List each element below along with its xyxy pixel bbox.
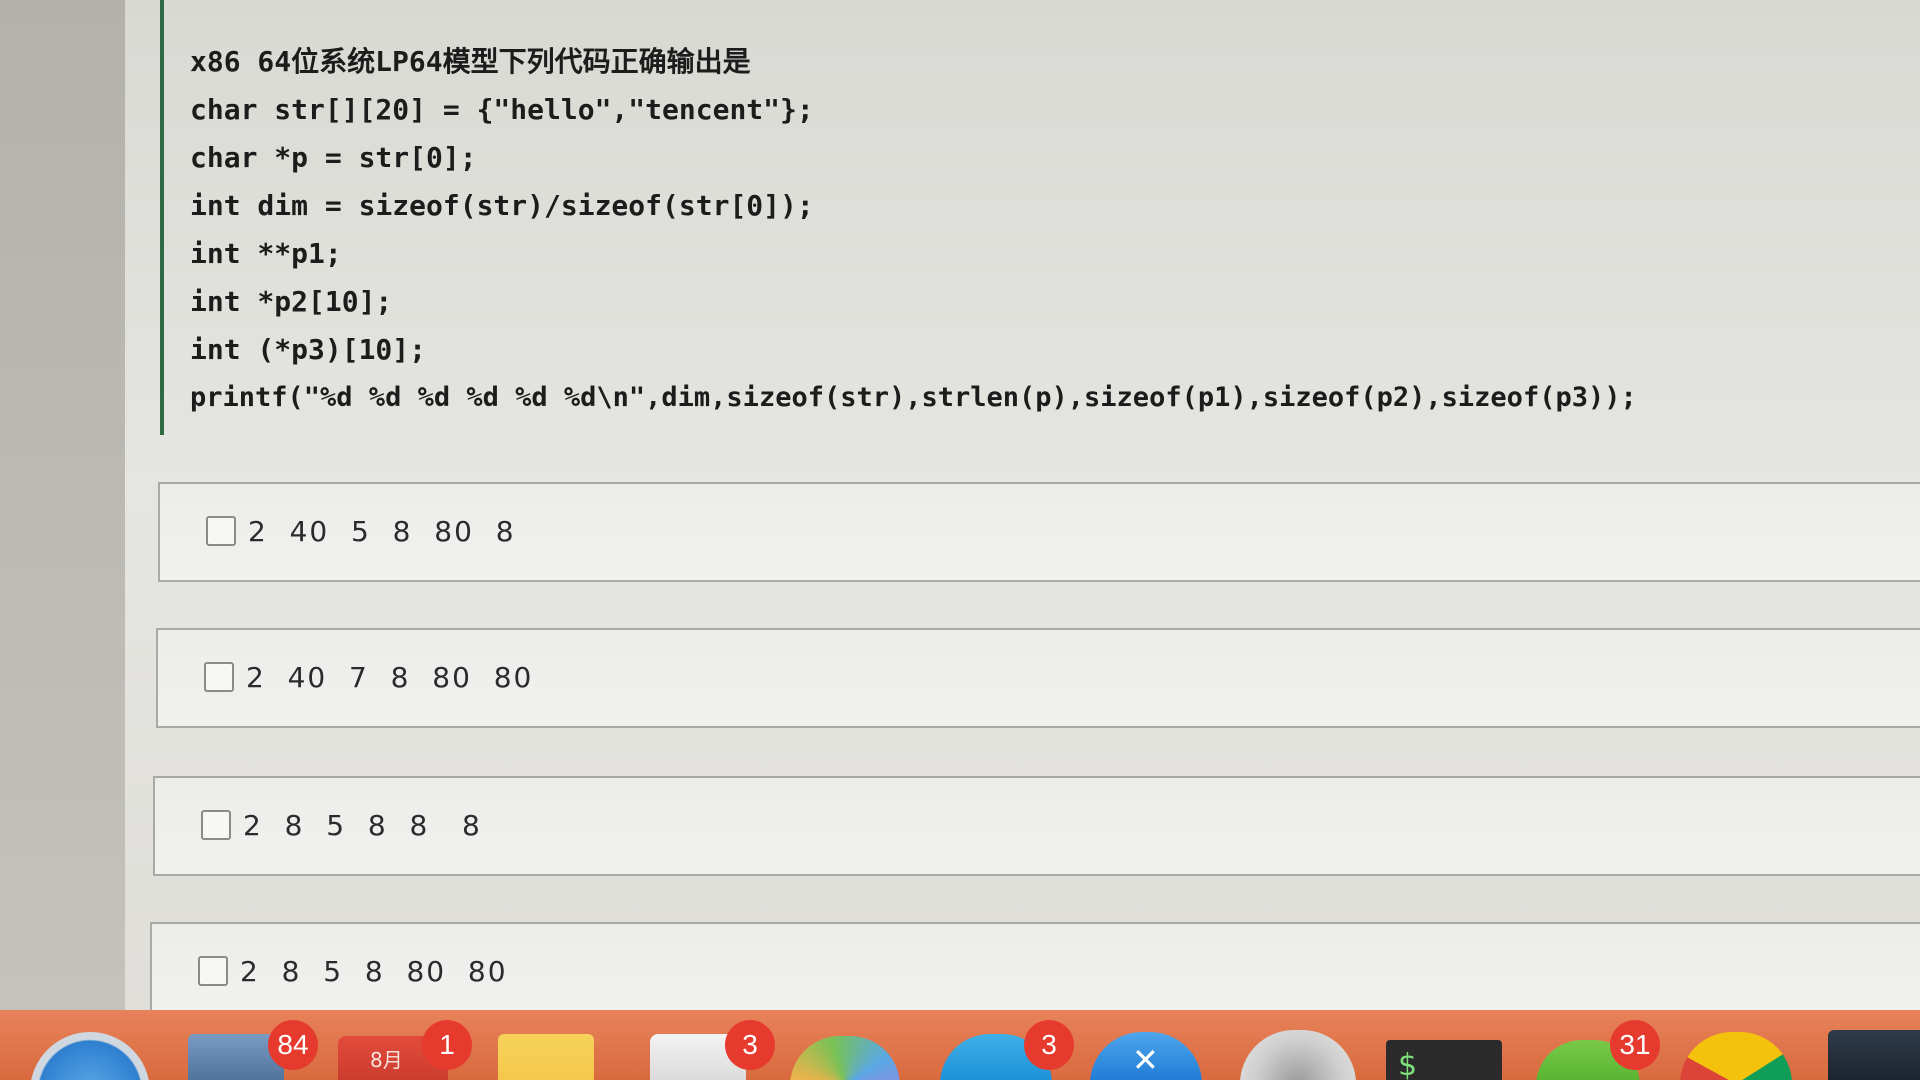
- page-left-margin: [0, 0, 125, 1010]
- code-line-7: printf("%d %d %d %d %d %d\n",dim,sizeof(…: [190, 382, 1637, 413]
- code-line-4: int **p1;: [190, 237, 342, 270]
- option-d[interactable]: 2 8 5 8 80 80: [150, 922, 1920, 1010]
- question-title: x86 64位系统LP64模型下列代码正确输出是: [190, 45, 751, 78]
- wechat-badge: 31: [1610, 1020, 1660, 1070]
- code-line-2: char *p = str[0];: [190, 141, 477, 174]
- option-d-checkbox[interactable]: [198, 956, 228, 986]
- option-c[interactable]: 2 8 5 8 8 8: [153, 776, 1920, 876]
- code-line-5: int *p2[10];: [190, 285, 393, 318]
- option-b-checkbox[interactable]: [204, 662, 234, 692]
- qq-badge: 3: [1024, 1020, 1074, 1070]
- option-c-checkbox[interactable]: [201, 810, 231, 840]
- option-d-label: 2 8 5 8 80 80: [240, 955, 508, 988]
- option-a[interactable]: 2 40 5 8 80 8: [158, 482, 1920, 582]
- code-line-1: char str[][20] = {"hello","tencent"};: [190, 93, 814, 126]
- code-line-6: int (*p3)[10];: [190, 333, 427, 366]
- option-a-label: 2 40 5 8 80 8: [248, 515, 516, 548]
- option-a-checkbox[interactable]: [206, 516, 236, 546]
- notes-icon[interactable]: [498, 1034, 594, 1080]
- option-c-label: 2 8 5 8 8 8: [243, 809, 482, 842]
- question-block: x86 64位系统LP64模型下列代码正确输出是 char str[][20] …: [160, 0, 1920, 435]
- calendar-month: 8月: [370, 1048, 403, 1072]
- reminders-badge: 3: [725, 1020, 775, 1070]
- option-b[interactable]: 2 40 7 8 80 80: [156, 628, 1920, 728]
- code-line-3: int dim = sizeof(str)/sizeof(str[0]);: [190, 189, 814, 222]
- terminal-prompt: $: [1398, 1048, 1418, 1080]
- mail-badge: 84: [268, 1020, 318, 1070]
- option-b-label: 2 40 7 8 80 80: [246, 661, 534, 694]
- calendar-badge: 1: [422, 1020, 472, 1070]
- activity-monitor-icon[interactable]: [1828, 1030, 1920, 1080]
- screen: x86 64位系统LP64模型下列代码正确输出是 char str[][20] …: [0, 0, 1920, 1080]
- app-store-glyph: ✕: [1132, 1041, 1159, 1079]
